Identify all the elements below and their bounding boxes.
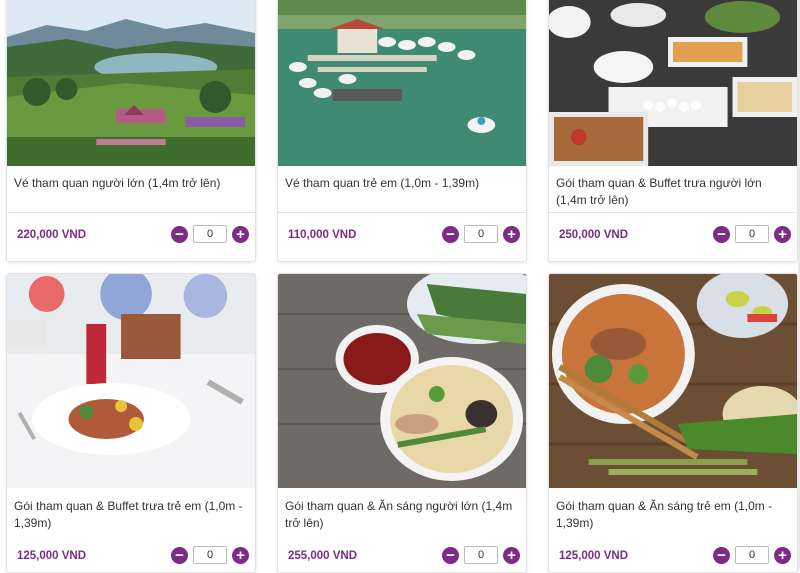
quantity-input[interactable]: [193, 225, 227, 243]
product-title: Gói tham quan & Ăn sáng trẻ em (1,0m - 1…: [556, 499, 773, 530]
quantity-stepper: − +: [713, 225, 791, 243]
card-divider: [549, 212, 797, 213]
product-price: 125,000 VND: [559, 550, 629, 562]
product-card: Vé tham quan trẻ em (1,0m - 1,39m) 110,0…: [277, 0, 527, 262]
quantity-input[interactable]: [735, 546, 769, 564]
product-price: 255,000 VND: [288, 550, 358, 562]
decrease-button[interactable]: −: [442, 546, 459, 564]
product-card: Gói tham quan & Buffet trưa người lớn (1…: [548, 0, 798, 262]
decrease-button[interactable]: −: [713, 225, 730, 243]
quantity-stepper: − +: [171, 225, 249, 243]
product-title: Vé tham quan người lớn (1,4m trở lên): [14, 176, 221, 190]
quantity-input[interactable]: [464, 225, 498, 243]
product-card: Gói tham quan & Ăn sáng trẻ em (1,0m - 1…: [548, 273, 798, 573]
product-card: Gói tham quan & Ăn sáng người lớn (1,4m …: [277, 273, 527, 573]
quantity-stepper: − +: [713, 546, 791, 564]
increase-button[interactable]: +: [232, 225, 249, 243]
increase-button[interactable]: +: [503, 546, 520, 564]
product-title: Gói tham quan & Ăn sáng người lớn (1,4m …: [285, 499, 513, 530]
product-image-pho[interactable]: [549, 274, 797, 488]
card-divider: [278, 212, 526, 213]
product-title: Vé tham quan trẻ em (1,0m - 1,39m): [285, 176, 480, 190]
product-image-lake-valley[interactable]: [7, 0, 255, 166]
quantity-stepper: − +: [442, 225, 520, 243]
product-image-pedal-boats[interactable]: [278, 0, 526, 166]
card-divider: [7, 212, 255, 213]
product-image-buffet[interactable]: [549, 0, 797, 166]
quantity-input[interactable]: [464, 546, 498, 564]
quantity-stepper: − +: [171, 546, 249, 564]
product-price: 250,000 VND: [559, 229, 629, 241]
increase-button[interactable]: +: [503, 225, 520, 243]
product-image-plated-meal[interactable]: [7, 274, 255, 488]
product-title: Gói tham quan & Buffet trưa trẻ em (1,0m…: [14, 499, 243, 530]
quantity-input[interactable]: [193, 546, 227, 564]
decrease-button[interactable]: −: [442, 225, 459, 243]
decrease-button[interactable]: −: [171, 225, 188, 243]
product-price: 110,000 VND: [288, 229, 357, 241]
product-card: Gói tham quan & Buffet trưa trẻ em (1,0m…: [6, 273, 256, 573]
product-price: 220,000 VND: [17, 229, 87, 241]
increase-button[interactable]: +: [774, 546, 791, 564]
quantity-input[interactable]: [735, 225, 769, 243]
quantity-stepper: − +: [442, 546, 520, 564]
decrease-button[interactable]: −: [171, 546, 188, 564]
product-price: 125,000 VND: [17, 550, 87, 562]
product-image-noodle-soup[interactable]: [278, 274, 526, 488]
increase-button[interactable]: +: [232, 546, 249, 564]
product-title: Gói tham quan & Buffet trưa người lớn (1…: [556, 176, 762, 207]
decrease-button[interactable]: −: [713, 546, 730, 564]
product-card: Vé tham quan người lớn (1,4m trở lên) 22…: [6, 0, 256, 262]
increase-button[interactable]: +: [774, 225, 791, 243]
